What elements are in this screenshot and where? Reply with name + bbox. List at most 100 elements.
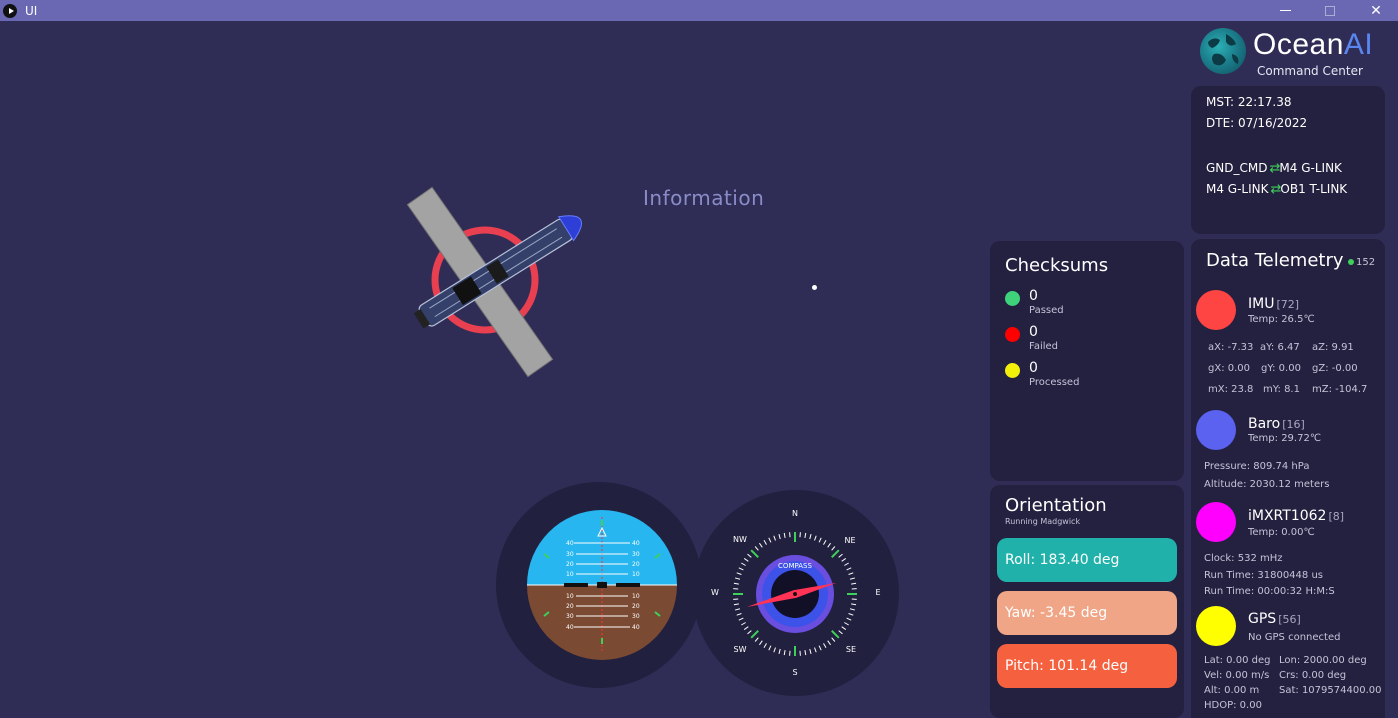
imxrt-temp: Temp: 0.00℃ xyxy=(1248,527,1315,538)
compass-tick xyxy=(778,648,781,655)
roll-display[interactable]: Roll: 183.40 deg xyxy=(997,538,1177,582)
compass-tick xyxy=(846,617,852,621)
pitch-tick: 20 xyxy=(632,603,640,610)
imu-az: aZ: 9.91 xyxy=(1312,342,1354,353)
gps-name: GPS [56] xyxy=(1248,611,1301,627)
minimize-button[interactable] xyxy=(1263,0,1307,21)
compass-n: N xyxy=(792,509,798,518)
compass-tick xyxy=(814,647,817,653)
rocket-3d-view[interactable] xyxy=(390,170,620,400)
status-dot-icon xyxy=(1005,327,1020,342)
checksum-passed: 0 Passed xyxy=(1005,288,1064,318)
compass-tick xyxy=(736,613,742,616)
pitch-tick: 40 xyxy=(632,624,640,631)
compass-tick xyxy=(823,643,827,648)
compass-nw: NW xyxy=(733,535,747,544)
baro-name-text: Baro xyxy=(1248,416,1281,432)
swap-arrows-icon: ⇄ xyxy=(1270,182,1282,197)
compass-tick xyxy=(743,626,749,630)
status-dot-icon xyxy=(1005,291,1020,306)
pitch-display[interactable]: Pitch: 101.14 deg xyxy=(997,644,1177,688)
baro-name: Baro [16] xyxy=(1248,416,1305,432)
imu-name: IMU [72] xyxy=(1248,296,1299,312)
compass-tick xyxy=(754,546,759,551)
imxrt-clock: Clock: 532 mHz xyxy=(1204,553,1283,564)
swap-arrows-icon: ⇄ xyxy=(1269,161,1281,176)
orientation-subtitle: Running Madgwick xyxy=(1005,517,1081,526)
pitch-tick: 20 xyxy=(566,561,574,568)
compass-tick xyxy=(741,622,746,626)
pitch-tick: 20 xyxy=(566,603,574,610)
rocket-model xyxy=(406,186,583,378)
compass-tick xyxy=(827,640,831,646)
oceanai-logo: OceanAI Command Center xyxy=(1200,28,1390,80)
compass-tick xyxy=(838,553,843,558)
compass-tick xyxy=(733,603,739,606)
globe-icon xyxy=(1200,28,1246,74)
compass-tick xyxy=(743,558,749,562)
compass-tick xyxy=(763,540,767,545)
pitch-tick: 40 xyxy=(566,624,574,631)
gps-status: No GPS connected xyxy=(1248,632,1341,643)
imxrt-status-icon xyxy=(1196,502,1236,542)
compass-tick xyxy=(759,542,763,548)
imxrt-name: iMXRT1062 [8] xyxy=(1248,508,1344,524)
telemetry-count-value: 152 xyxy=(1356,257,1376,268)
logo-brand-main: Ocean xyxy=(1253,28,1344,61)
compass-tick xyxy=(831,637,836,642)
maximize-icon xyxy=(1325,5,1335,16)
close-button[interactable]: ✕ xyxy=(1354,0,1398,21)
compass-tick xyxy=(809,533,812,540)
pitch-tick: 30 xyxy=(566,551,574,558)
compass-tick xyxy=(848,572,854,575)
link-row: GND_CMD ⇄ M4 G-LINK xyxy=(1206,158,1385,179)
compass-tick xyxy=(818,645,822,651)
imu-mz: mZ: -104.7 xyxy=(1312,384,1368,395)
link-to: OB1 T-LINK xyxy=(1280,182,1348,196)
checksum-processed: 0 Processed xyxy=(1005,360,1079,390)
telemetry-title: Data Telemetry xyxy=(1206,250,1344,271)
imu-gy: gY: 0.00 xyxy=(1261,363,1301,374)
compass-tick xyxy=(768,645,772,651)
information-label: Information xyxy=(643,186,765,210)
pitch-tick: 20 xyxy=(632,561,640,568)
link-from: M4 G-LINK xyxy=(1206,182,1269,196)
imxrt-runtime-us: Run Time: 31800448 us xyxy=(1204,570,1323,581)
live-dot-icon xyxy=(1348,259,1354,265)
gps-vel: Vel: 0.00 m/s xyxy=(1204,670,1270,681)
link-to: M4 G-LINK xyxy=(1279,161,1342,175)
compass-tick xyxy=(846,567,852,571)
imu-temp: Temp: 26.5℃ xyxy=(1248,314,1315,325)
pitch-tick: 40 xyxy=(566,540,574,547)
compass-tick xyxy=(831,630,840,639)
checksum-label: Processed xyxy=(1029,377,1080,388)
maximize-button[interactable] xyxy=(1308,0,1352,21)
compass-tick xyxy=(734,608,741,611)
compass-tick xyxy=(750,630,759,639)
imu-mx: mX: 23.8 xyxy=(1208,384,1254,395)
checksums-panel: Checksums 0 Passed 0 Failed 0 Processed xyxy=(990,241,1184,481)
pitch-tick: 10 xyxy=(566,593,574,600)
pitch-tick: 10 xyxy=(632,571,640,578)
attitude-indicator: 40 40 30 30 20 20 10 10 10 10 20 20 30 3… xyxy=(496,482,702,688)
pitch-tick: 30 xyxy=(632,613,640,620)
compass-s: S xyxy=(792,668,797,677)
compass-tick xyxy=(734,577,741,580)
compass-tick xyxy=(827,542,831,548)
pitch-tick: 30 xyxy=(566,613,574,620)
compass-tick xyxy=(759,640,763,646)
checksum-label: Failed xyxy=(1029,341,1059,352)
compass-tick xyxy=(841,558,847,562)
gps-alt: Alt: 0.00 m xyxy=(1204,685,1260,696)
compass-tick xyxy=(841,626,847,630)
minimize-icon xyxy=(1279,10,1291,11)
logo-wordmark: OceanAI xyxy=(1253,28,1373,62)
imu-name-text: IMU xyxy=(1248,296,1275,312)
imu-ax: aX: -7.33 xyxy=(1208,342,1254,353)
yaw-display[interactable]: Yaw: -3.45 deg xyxy=(997,591,1177,635)
gps-lat: Lat: 0.00 deg xyxy=(1204,655,1271,666)
compass-gauge: N NE E SE S SW W NW COMPASS xyxy=(693,490,899,696)
compass-tick xyxy=(738,617,744,621)
compass-tick xyxy=(849,608,856,611)
compass-tick xyxy=(783,532,786,538)
